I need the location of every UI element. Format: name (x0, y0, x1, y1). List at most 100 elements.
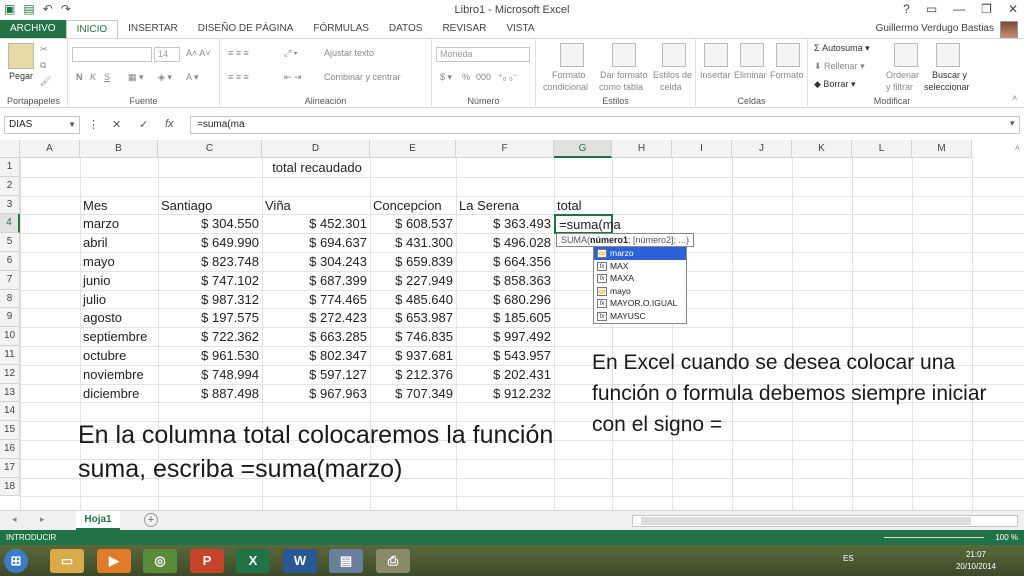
vertical-scroll-up-icon[interactable]: ˄ (1015, 143, 1020, 153)
header-cell[interactable]: total (554, 196, 612, 215)
delete-cells-button[interactable]: Eliminar (734, 70, 767, 80)
thousands-button[interactable]: 000 (476, 72, 491, 82)
column-header-i[interactable]: I (672, 140, 732, 158)
month-cell[interactable]: julio (80, 290, 158, 309)
row-header-18[interactable]: 18 (0, 477, 20, 497)
font-size-box[interactable]: 14 (154, 47, 180, 62)
row-header-5[interactable]: 5 (0, 233, 20, 252)
decimal-icon[interactable]: ⁺₀ ₀⁻ (498, 72, 517, 83)
value-cell[interactable]: $ 363.493 (456, 214, 554, 233)
value-cell[interactable]: $ 774.465 (262, 290, 370, 309)
autocomplete-item[interactable]: fx MAX (594, 260, 686, 273)
value-cell[interactable]: $ 664.356 (456, 252, 554, 271)
value-cell[interactable]: $ 659.839 (370, 252, 456, 271)
user-account[interactable]: Guillermo Verdugo Bastias (876, 20, 1018, 38)
system-clock[interactable]: 21:07 20/10/2014 (956, 549, 996, 573)
cut-icon[interactable]: ✂ (40, 44, 48, 55)
value-cell[interactable]: $ 961.530 (158, 346, 262, 365)
value-cell[interactable]: $ 802.347 (262, 346, 370, 365)
value-cell[interactable]: $ 937.681 (370, 346, 456, 365)
value-cell[interactable]: $ 967.963 (262, 384, 370, 403)
cell-styles-label-1[interactable]: Estilos de (653, 70, 692, 80)
value-cell[interactable]: $ 747.102 (158, 271, 262, 290)
select-all-corner[interactable] (0, 140, 20, 158)
expand-formula-icon[interactable]: ▾ (1010, 118, 1015, 129)
align-top-icon[interactable]: ≡ ≡ ≡ (228, 48, 249, 58)
row-header-4[interactable]: 4 (0, 214, 20, 234)
more-options-icon[interactable]: ⋮ (88, 118, 99, 131)
value-cell[interactable]: $ 543.957 (456, 346, 554, 365)
sheet-title-cell[interactable]: total recaudado (242, 158, 392, 177)
row-header-10[interactable]: 10 (0, 327, 20, 346)
row-header-6[interactable]: 6 (0, 252, 20, 271)
orientation-icon[interactable]: ⤢ ▾ (284, 48, 297, 59)
tab-view[interactable]: VISTA (496, 20, 544, 38)
tab-file[interactable]: ARCHIVO (0, 20, 66, 38)
scrollbar-thumb[interactable] (641, 517, 971, 525)
value-cell[interactable]: $ 887.498 (158, 384, 262, 403)
month-cell[interactable]: octubre (80, 346, 158, 365)
month-cell[interactable]: diciembre (80, 384, 158, 403)
sheet-tab[interactable]: Hoja1 (76, 511, 120, 530)
month-cell[interactable]: noviembre (80, 365, 158, 384)
find-select-label-1[interactable]: Buscar y (932, 70, 967, 80)
column-header-l[interactable]: L (852, 140, 912, 158)
grow-font-icon[interactable]: A˄ A˅ (186, 48, 211, 58)
value-cell[interactable]: $ 823.748 (158, 252, 262, 271)
column-header-m[interactable]: M (912, 140, 972, 158)
autocomplete-item[interactable]: ▭ marzo (594, 247, 686, 260)
value-cell[interactable]: $ 694.637 (262, 233, 370, 252)
zoom-level[interactable]: 100 % (995, 530, 1018, 545)
font-color-icon[interactable]: A ▾ (186, 72, 199, 83)
chrome-icon[interactable]: ◎ (143, 549, 177, 573)
month-cell[interactable]: mayo (80, 252, 158, 271)
paste-button[interactable]: Pegar (9, 71, 33, 81)
value-cell[interactable]: $ 597.127 (262, 365, 370, 384)
format-table-label-1[interactable]: Dar formato (600, 70, 648, 80)
chevron-down-icon[interactable]: ▼ (68, 117, 76, 133)
powerpoint-icon[interactable]: P (190, 549, 224, 573)
row-header-16[interactable]: 16 (0, 440, 20, 459)
value-cell[interactable]: $ 608.537 (370, 214, 456, 233)
value-cell[interactable]: $ 304.243 (262, 252, 370, 271)
row-header-7[interactable]: 7 (0, 270, 20, 290)
month-cell[interactable]: septiembre (80, 327, 158, 346)
value-cell[interactable]: $ 304.550 (158, 214, 262, 233)
format-cells-button[interactable]: Formato (770, 70, 804, 80)
name-box[interactable]: DIAS ▼ (4, 116, 80, 134)
value-cell[interactable]: $ 496.028 (456, 233, 554, 252)
value-cell[interactable]: $ 997.492 (456, 327, 554, 346)
column-header-c[interactable]: C (158, 140, 262, 158)
column-header-d[interactable]: D (262, 140, 370, 158)
file-explorer-icon[interactable]: ▭ (50, 549, 84, 573)
tab-formulas[interactable]: FÓRMULAS (303, 20, 379, 38)
excel-icon[interactable]: X (236, 549, 270, 573)
value-cell[interactable]: $ 212.376 (370, 365, 456, 384)
value-cell[interactable]: $ 649.990 (158, 233, 262, 252)
currency-icon[interactable]: $ ▾ (440, 72, 452, 83)
percent-button[interactable]: % (462, 72, 470, 82)
column-header-b[interactable]: B (80, 140, 158, 158)
start-icon[interactable]: ⊞ (4, 549, 28, 573)
merge-center-button[interactable]: Combinar y centrar (324, 72, 401, 82)
collapse-ribbon-icon[interactable]: ˄ (1012, 93, 1017, 103)
conditional-format-label-1[interactable]: Formato (552, 70, 586, 80)
row-header-8[interactable]: 8 (0, 289, 20, 309)
enter-icon[interactable]: ✓ (139, 118, 148, 131)
autocomplete-item[interactable]: ▭ mayo (594, 285, 686, 298)
row-header-14[interactable]: 14 (0, 402, 20, 422)
value-cell[interactable]: $ 748.994 (158, 365, 262, 384)
value-cell[interactable]: $ 707.349 (370, 384, 456, 403)
add-sheet-icon[interactable]: + (144, 513, 158, 527)
column-header-g[interactable]: G (554, 140, 612, 158)
clear-button[interactable]: ◆ Borrar ▾ (814, 79, 855, 90)
row-header-15[interactable]: 15 (0, 421, 20, 440)
fill-color-icon[interactable]: ◈ ▾ (158, 72, 172, 83)
cancel-icon[interactable]: ✕ (112, 118, 121, 131)
media-player-icon[interactable]: ▶ (97, 549, 131, 573)
horizontal-scrollbar[interactable] (632, 515, 1018, 527)
autocomplete-item[interactable]: fx MAYUSC (594, 310, 686, 323)
header-cell[interactable]: Viña (262, 196, 370, 215)
cell-styles-label-2[interactable]: celda (660, 82, 682, 92)
wrap-text-button[interactable]: Ajustar texto (324, 48, 374, 58)
